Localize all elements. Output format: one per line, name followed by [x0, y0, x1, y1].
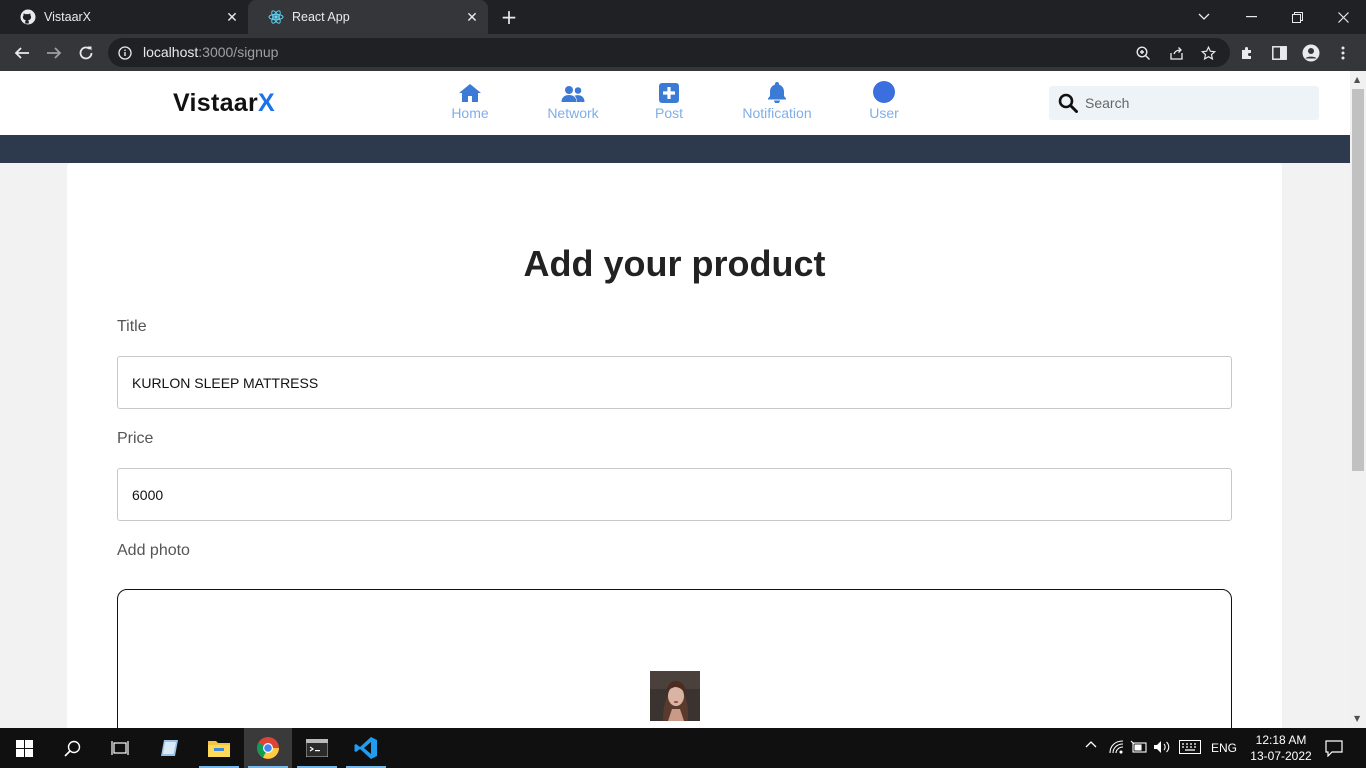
reload-icon[interactable]	[72, 39, 100, 67]
browser-toolbar: localhost:3000/signup	[0, 34, 1366, 71]
add-photo-label: Add photo	[117, 542, 190, 559]
bell-icon	[767, 81, 787, 103]
close-tab-icon[interactable]: ✕	[464, 9, 480, 25]
forward-arrow-icon[interactable]	[40, 39, 68, 67]
scrollbar-thumb[interactable]	[1352, 89, 1364, 471]
notification-center-icon[interactable]	[1322, 740, 1346, 757]
volume-icon[interactable]	[1153, 740, 1171, 754]
terminal-app-icon[interactable]	[293, 728, 341, 768]
tab-title: React App	[292, 10, 350, 24]
app-header: VistaarX Home Network Post Notification	[0, 71, 1350, 135]
avatar-icon	[873, 81, 895, 103]
new-tab-button[interactable]: +	[498, 6, 520, 28]
tab-title: VistaarX	[44, 10, 92, 24]
nav-post[interactable]: Post	[652, 81, 686, 121]
address-bar[interactable]: localhost:3000/signup	[108, 38, 1230, 67]
page-scrollbar[interactable]: ▲ ▼	[1350, 71, 1366, 728]
brand-main: Vistaar	[173, 89, 259, 117]
chrome-menu-icon[interactable]	[1333, 43, 1353, 63]
close-tab-icon[interactable]: ✕	[224, 9, 240, 25]
nav-notification-label: Notification	[742, 105, 812, 121]
uploaded-photo-thumbnail	[650, 671, 700, 721]
notepad-app-icon[interactable]	[146, 728, 194, 768]
react-icon	[268, 9, 284, 25]
search-taskbar-icon[interactable]	[48, 728, 96, 768]
nav-network[interactable]: Network	[544, 81, 602, 121]
search-input[interactable]	[1085, 92, 1305, 114]
brand-logo[interactable]: VistaarX	[173, 89, 275, 118]
share-icon[interactable]	[1167, 44, 1185, 62]
url-text: localhost:3000/signup	[143, 44, 278, 60]
task-view-icon[interactable]	[96, 728, 144, 768]
windows-start-icon[interactable]	[0, 728, 48, 768]
search-icon	[1058, 93, 1078, 117]
minimize-icon[interactable]	[1228, 0, 1274, 34]
users-icon	[561, 81, 585, 103]
battery-icon[interactable]	[1130, 740, 1148, 754]
restore-icon[interactable]	[1274, 0, 1320, 34]
price-input[interactable]	[117, 468, 1232, 521]
nav-home-label: Home	[451, 105, 489, 121]
add-product-card: Add your product Title Price Add photo	[67, 163, 1282, 728]
title-label: Title	[117, 318, 147, 335]
keyboard-icon[interactable]	[1178, 740, 1202, 754]
input-language-indicator[interactable]: ENG	[1208, 741, 1240, 755]
profile-icon[interactable]	[1301, 43, 1321, 63]
nav-user-label: User	[869, 105, 899, 121]
price-label: Price	[117, 430, 154, 447]
browser-tab-strip: VistaarX ✕ React App ✕ +	[0, 0, 1366, 34]
side-panel-icon[interactable]	[1269, 43, 1289, 63]
taskbar-clock[interactable]: 12:18 AM 13-07-2022	[1246, 732, 1316, 764]
close-window-icon[interactable]	[1320, 0, 1366, 34]
file-explorer-icon[interactable]	[195, 728, 243, 768]
wifi-icon[interactable]	[1108, 740, 1126, 754]
nav-notification[interactable]: Notification	[736, 81, 818, 121]
zoom-icon[interactable]	[1134, 44, 1152, 62]
nav-user[interactable]: User	[866, 81, 902, 121]
url-path: :3000/signup	[198, 44, 279, 60]
page-title: Add your product	[523, 243, 826, 284]
back-arrow-icon[interactable]	[8, 39, 36, 67]
tab-search-chevron-icon[interactable]	[1181, 0, 1227, 34]
clock-time: 12:18 AM	[1255, 733, 1307, 747]
url-host: localhost	[143, 44, 199, 60]
nav-post-label: Post	[654, 105, 683, 121]
vscode-app-icon[interactable]	[342, 728, 390, 768]
home-icon	[458, 81, 482, 103]
bookmark-star-icon[interactable]	[1199, 44, 1217, 62]
site-info-icon[interactable]	[118, 45, 132, 64]
photo-dropzone[interactable]	[117, 589, 1232, 728]
extensions-puzzle-icon[interactable]	[1237, 43, 1257, 63]
browser-tab-react-app[interactable]: React App ✕	[248, 0, 488, 34]
brand-accent: X	[258, 89, 276, 117]
nav-home[interactable]: Home	[449, 81, 491, 121]
windows-taskbar: ENG 12:18 AM 13-07-2022	[0, 728, 1366, 768]
nav-network-label: Network	[547, 105, 599, 121]
browser-tab-vistaarx[interactable]: VistaarX ✕	[0, 0, 248, 34]
page-viewport: VistaarX Home Network Post Notification	[0, 71, 1350, 728]
search-box	[1049, 86, 1319, 120]
github-icon	[20, 9, 36, 25]
plus-square-icon	[659, 81, 679, 103]
scroll-up-arrow-icon[interactable]: ▲	[1354, 75, 1360, 84]
clock-date: 13-07-2022	[1250, 749, 1312, 763]
title-input[interactable]	[117, 356, 1232, 409]
scroll-down-arrow-icon[interactable]: ▼	[1354, 714, 1360, 723]
chrome-taskbar-icon[interactable]	[244, 728, 292, 768]
header-banner-strip	[0, 135, 1350, 163]
tray-overflow-chevron-icon[interactable]	[1083, 740, 1099, 748]
